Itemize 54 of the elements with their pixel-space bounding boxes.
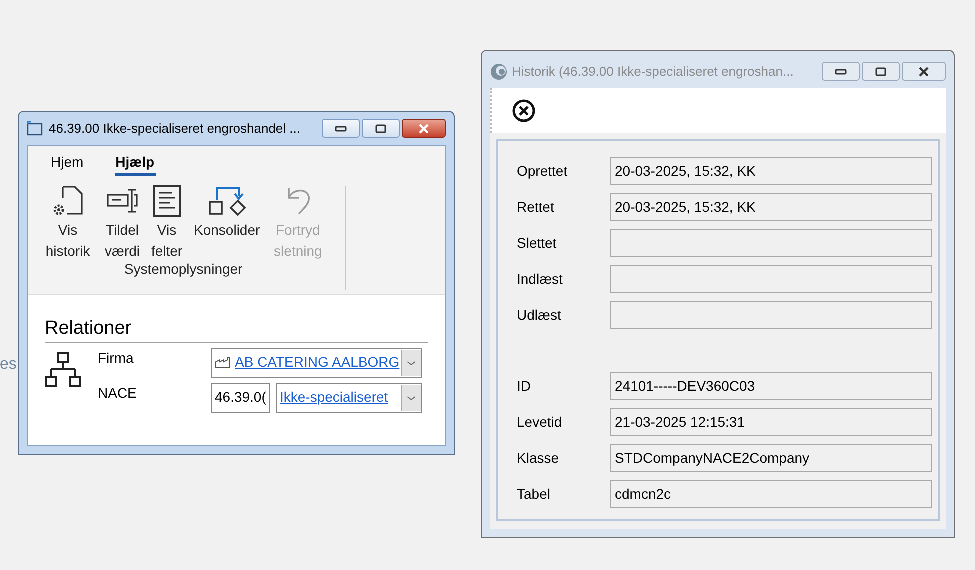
maximize-icon — [375, 124, 387, 134]
close-icon — [418, 124, 430, 134]
close-circle-icon — [512, 98, 536, 122]
field-label: NACE — [98, 384, 138, 403]
group-label: Systemoplysninger — [123, 260, 243, 279]
document-gear-icon — [51, 184, 85, 218]
window-title: 46.39.00 Ikke-specialiseret engroshandel ... — [49, 120, 302, 138]
field-label: Firma — [98, 349, 135, 368]
window-title: Historik (46.39.00 Ikke-specialiseret engroshan... — [512, 62, 795, 81]
company-dropdown[interactable]: AB CATERING AALBORG — [211, 348, 422, 378]
ribbon-button[interactable]: Vis felter — [147, 178, 188, 262]
ribbon-button[interactable]: Vis historik — [38, 178, 98, 262]
read-only-field: cdmcn2c — [610, 480, 932, 508]
nace-code-field[interactable]: 46.39.0( — [211, 382, 270, 412]
minimize-button[interactable] — [822, 62, 860, 81]
maximize-button[interactable] — [862, 62, 900, 81]
dropdown-caret-icon — [401, 350, 421, 376]
read-only-field: 24101-----DEV360C03 — [610, 372, 932, 400]
field-label: Tabel — [517, 484, 552, 504]
background-text: es — [0, 356, 17, 374]
field-label: Levetid — [517, 412, 564, 432]
shapes-arrow-icon — [207, 184, 248, 218]
factory-icon — [215, 356, 231, 368]
minimize-icon — [335, 126, 347, 132]
section-title: Relationer — [45, 317, 428, 343]
nace-link[interactable]: Ikke-specialiseret — [280, 387, 401, 408]
field-label: Oprettet — [517, 162, 569, 181]
company-link[interactable]: AB CATERING AALBORG — [235, 352, 401, 373]
close-icon — [918, 66, 930, 76]
maximize-button[interactable] — [362, 119, 400, 138]
nace-dropdown[interactable]: Ikke-specialiseret — [276, 382, 422, 412]
app-logo-icon — [490, 62, 508, 80]
close-button[interactable] — [902, 62, 946, 81]
field-label: Slettet — [517, 234, 558, 252]
read-only-field: 20-03-2025, 15:32, KK — [610, 193, 932, 221]
field-label: Udlæst — [517, 306, 562, 324]
ribbon-tab[interactable]: Hjem — [50, 152, 85, 176]
read-only-field: 21-03-2025 12:15:31 — [610, 408, 932, 436]
read-only-field: STDCompanyNACE2Company — [610, 444, 932, 472]
field-label: Klasse — [517, 448, 560, 468]
ribbon-button[interactable]: Konsolider — [191, 178, 264, 241]
ribbon-tab[interactable]: Hjælp — [114, 152, 156, 176]
maximize-icon — [875, 66, 887, 76]
field-label: Indlæst — [517, 270, 564, 288]
ribbon-button[interactable]: Tildel værdi — [102, 178, 144, 262]
field-label: Rettet — [517, 198, 556, 216]
window-icon — [27, 121, 43, 136]
minimize-button[interactable] — [322, 119, 360, 138]
dropdown-caret-icon — [401, 384, 421, 410]
close-circle-button[interactable] — [512, 98, 536, 122]
minimize-icon — [835, 68, 847, 74]
field-label: ID — [517, 376, 532, 396]
read-only-field: 20-03-2025, 15:32, KK — [610, 157, 932, 185]
close-button[interactable] — [402, 119, 446, 138]
